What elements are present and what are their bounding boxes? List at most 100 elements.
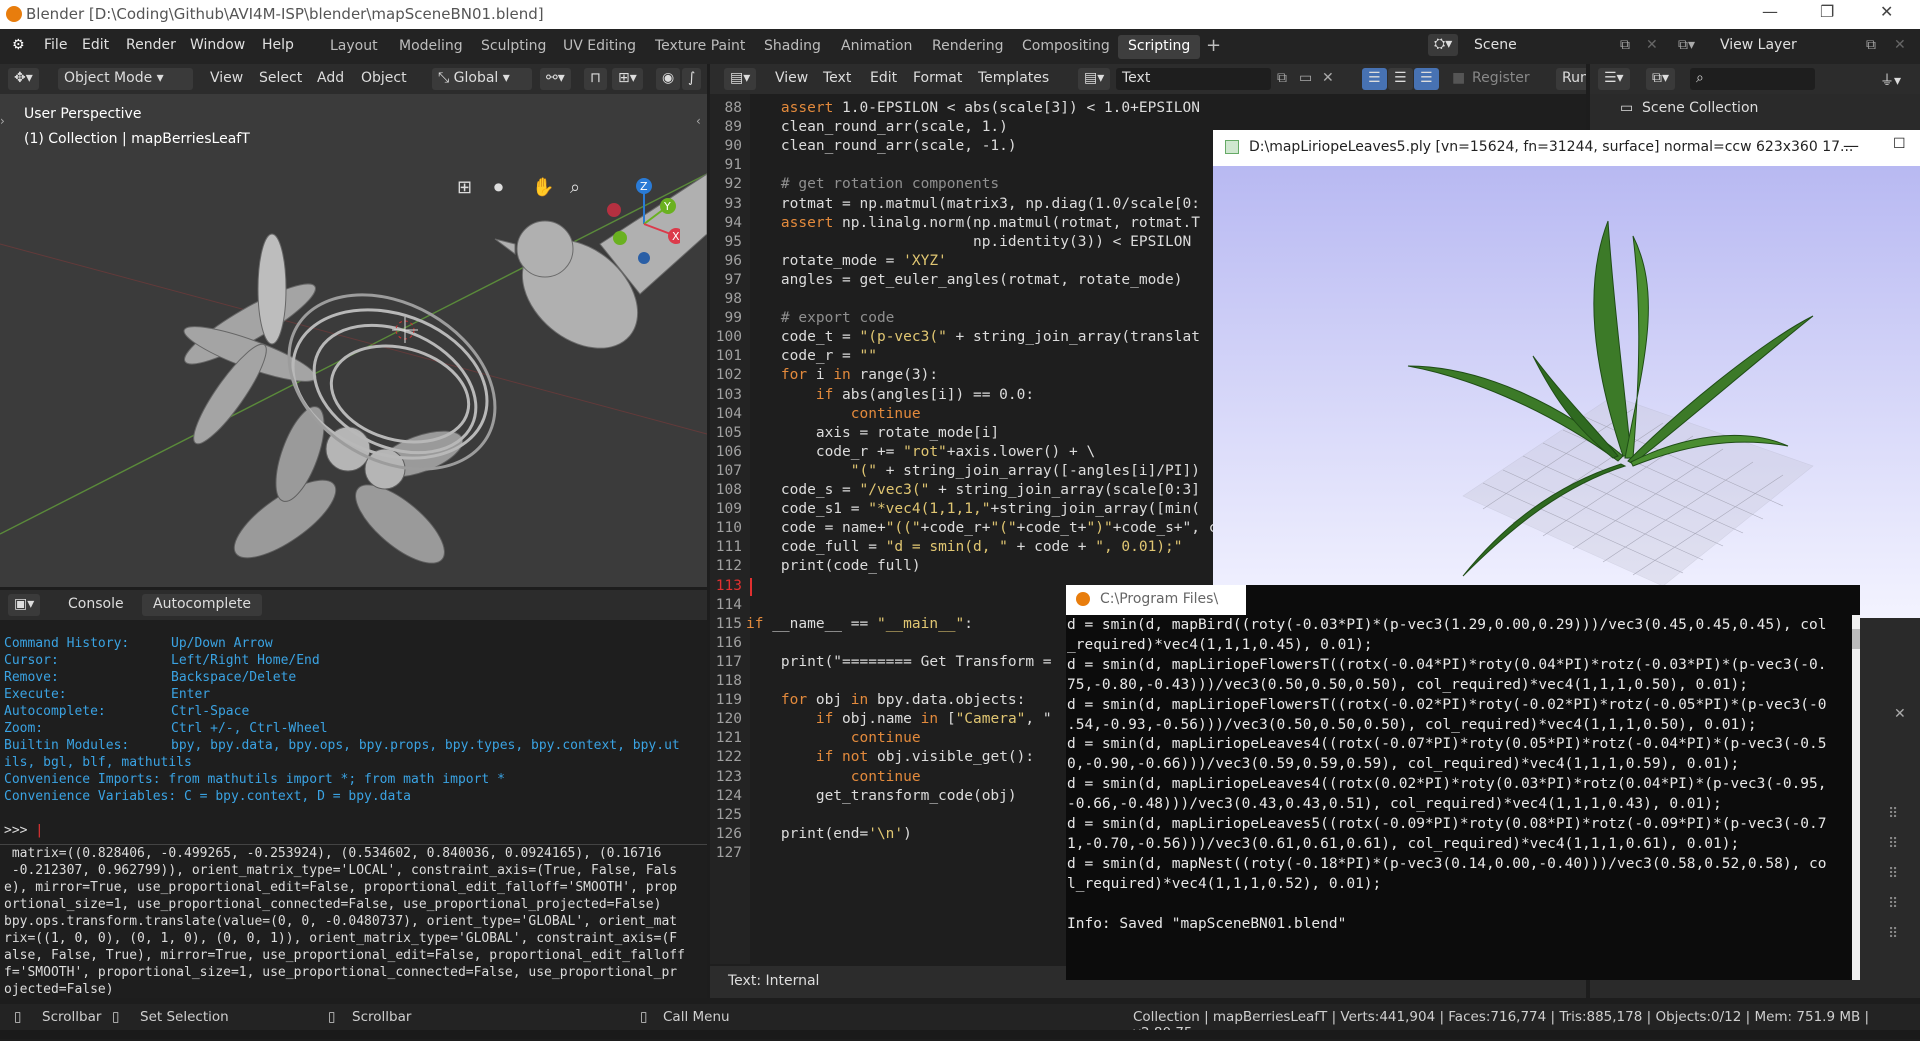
- menu-window[interactable]: Window: [190, 37, 245, 53]
- console-menu-autocomplete[interactable]: Autocomplete: [142, 594, 262, 616]
- syntax-highlight-toggle-icon[interactable]: ☰: [1414, 68, 1439, 90]
- unlink-text-icon[interactable]: ✕: [1322, 70, 1334, 86]
- tab-compositing[interactable]: Compositing: [1012, 35, 1120, 59]
- text-browse-icon[interactable]: ▤▾: [1078, 68, 1111, 90]
- code-line[interactable]: get_transform_code(obj): [746, 788, 1017, 804]
- camera-view-icon[interactable]: ⏺: [494, 177, 503, 198]
- code-line[interactable]: if abs(angles[i]) == 0.0:: [746, 387, 1034, 403]
- code-line[interactable]: code = name+"(("+code_r+"("+code_t+")"+c…: [746, 520, 1235, 536]
- code-line[interactable]: clean_round_arr(scale, -1.): [746, 138, 1017, 154]
- viewport-menu-object[interactable]: Object: [361, 70, 407, 86]
- drag-handle-icon[interactable]: ⠿: [1888, 926, 1898, 942]
- run-script-button[interactable]: Run: [1556, 68, 1586, 90]
- pan-hand-icon[interactable]: ✋: [532, 177, 554, 198]
- close-panel-icon[interactable]: ✕: [1894, 706, 1906, 722]
- scene-selector-icon[interactable]: ⛭▾: [1428, 34, 1459, 56]
- mesh-viewer-window[interactable]: D:\mapLiriopeLeaves5.ply [vn=15624, fn=3…: [1213, 130, 1920, 618]
- editor-menu-text[interactable]: Text: [823, 70, 851, 86]
- code-line[interactable]: code_t = "(p-vec3(" + string_join_array(…: [746, 329, 1200, 345]
- code-line[interactable]: for i in range(3):: [746, 367, 938, 383]
- falloff-icon[interactable]: ∫: [682, 68, 702, 90]
- outliner-search-icon[interactable]: ⌕: [1690, 68, 1815, 90]
- new-text-icon[interactable]: ⧉: [1277, 70, 1287, 86]
- command-prompt-window[interactable]: C:\Program Files\ d = smin(d, mapBird((r…: [1066, 585, 1860, 980]
- code-line[interactable]: continue: [746, 769, 921, 785]
- minimize-icon[interactable]: —: [1762, 2, 1778, 21]
- code-line[interactable]: if not obj.visible_get():: [746, 749, 1034, 765]
- new-scene-icon[interactable]: ⧉: [1620, 37, 1630, 53]
- code-line[interactable]: if __name__ == "__main__":: [746, 616, 973, 632]
- snap-target-icon[interactable]: ⊞▾: [612, 68, 643, 90]
- editor-type-icon[interactable]: ✥▾: [8, 68, 39, 90]
- code-line[interactable]: # get rotation components: [746, 176, 999, 192]
- transform-orientation-dropdown[interactable]: ⤡ Global ▾: [432, 68, 532, 90]
- code-line[interactable]: clean_round_arr(scale, 1.): [746, 119, 1008, 135]
- blender-menu-icon[interactable]: ⚙: [12, 37, 25, 53]
- display-mode-icon[interactable]: ⧉▾: [1646, 68, 1676, 90]
- code-line[interactable]: code_s = "/vec3(" + string_join_array(sc…: [746, 482, 1200, 498]
- editor-type-icon[interactable]: ▤▾: [724, 68, 757, 90]
- tab-uv-editing[interactable]: UV Editing: [553, 35, 646, 59]
- viewport-3d[interactable]: ✥▾ Object Mode ▾ View Select Add Object …: [0, 64, 707, 587]
- tab-animation[interactable]: Animation: [831, 35, 922, 59]
- close-icon[interactable]: ✕: [1880, 2, 1893, 21]
- code-line[interactable]: rotate_mode = 'XYZ': [746, 253, 947, 269]
- cmd-scrollbar-thumb[interactable]: [1852, 629, 1860, 649]
- outliner-type-icon[interactable]: ☰▾: [1598, 68, 1630, 90]
- code-line[interactable]: print("======== Get Transform =: [746, 654, 1052, 670]
- code-line[interactable]: code_full = "d = smin(d, " + code + ", 0…: [746, 539, 1183, 555]
- filter-icon[interactable]: ⏚▾: [1880, 70, 1901, 90]
- menu-render[interactable]: Render: [126, 37, 176, 53]
- code-line[interactable]: axis = rotate_mode[i]: [746, 425, 999, 441]
- code-line[interactable]: code_r += "rot"+axis.lower() + \: [746, 444, 1095, 460]
- tab-texture-paint[interactable]: Texture Paint: [645, 35, 755, 59]
- mesh-viewport[interactable]: [1213, 166, 1920, 618]
- menu-help[interactable]: Help: [262, 37, 294, 53]
- code-line[interactable]: continue: [746, 406, 921, 422]
- object-mode-dropdown[interactable]: Object Mode ▾: [58, 68, 193, 90]
- view-layer-icon[interactable]: ⧉▾: [1678, 37, 1695, 53]
- code-line[interactable]: code_s1 = "*vec4(1,1,1,"+string_join_arr…: [746, 501, 1200, 517]
- code-line[interactable]: print(code_full): [746, 558, 921, 574]
- viewport-menu-select[interactable]: Select: [259, 70, 302, 86]
- minimize-icon[interactable]: —: [1843, 136, 1859, 155]
- add-workspace-icon[interactable]: +: [1196, 32, 1231, 56]
- snap-icon[interactable]: ⊓: [584, 68, 607, 90]
- text-name-field[interactable]: Text: [1116, 68, 1271, 90]
- zoom-icon[interactable]: ⌕: [570, 177, 580, 198]
- code-line[interactable]: assert np.linalg.norm(np.matmul(rotmat, …: [746, 215, 1200, 231]
- word-wrap-toggle-icon[interactable]: ☰: [1388, 68, 1413, 90]
- pivot-icon[interactable]: ⚯▾: [540, 68, 571, 90]
- editor-menu-view[interactable]: View: [775, 70, 808, 86]
- code-line[interactable]: for obj in bpy.data.objects:: [746, 692, 1025, 708]
- line-numbers-toggle-icon[interactable]: ☰: [1362, 68, 1387, 90]
- editor-menu-templates[interactable]: Templates: [978, 70, 1049, 86]
- proportional-edit-icon[interactable]: ◉: [656, 68, 681, 90]
- tab-scripting[interactable]: Scripting: [1118, 35, 1201, 59]
- menu-file[interactable]: File: [44, 37, 67, 53]
- code-line[interactable]: # export code: [746, 310, 895, 326]
- drag-handle-icon[interactable]: ⠿: [1888, 836, 1898, 852]
- maximize-icon[interactable]: ☐: [1893, 136, 1906, 152]
- register-checkbox[interactable]: ■: [1452, 70, 1465, 86]
- editor-menu-edit[interactable]: Edit: [870, 70, 897, 86]
- menu-edit[interactable]: Edit: [82, 37, 109, 53]
- navigation-gizmo[interactable]: Z Y X: [600, 174, 680, 264]
- delete-scene-icon[interactable]: ✕: [1646, 37, 1658, 53]
- drag-handle-icon[interactable]: ⠿: [1888, 806, 1898, 822]
- open-text-icon[interactable]: ▭: [1299, 70, 1312, 86]
- view-layer-name[interactable]: View Layer: [1720, 37, 1797, 53]
- code-line[interactable]: assert 1.0-EPSILON < abs(scale[3]) < 1.0…: [746, 100, 1200, 116]
- toggle-grid-icon[interactable]: ⊞: [457, 177, 472, 198]
- console-prompt[interactable]: >>> |: [4, 823, 43, 838]
- tab-shading[interactable]: Shading: [754, 35, 831, 59]
- tab-layout[interactable]: Layout: [320, 35, 388, 59]
- tab-modeling[interactable]: Modeling: [389, 35, 473, 59]
- code-line[interactable]: angles = get_euler_angles(rotmat, rotate…: [746, 272, 1183, 288]
- code-line[interactable]: if obj.name in ["Camera", ": [746, 711, 1052, 727]
- tab-rendering[interactable]: Rendering: [922, 35, 1014, 59]
- cmd-scrollbar[interactable]: [1852, 615, 1860, 980]
- python-console[interactable]: ▣▾ Console Autocomplete Command History:…: [0, 590, 707, 998]
- code-line[interactable]: print(end='\n'): [746, 826, 912, 842]
- code-line[interactable]: np.identity(3)) < EPSILON: [746, 234, 1191, 250]
